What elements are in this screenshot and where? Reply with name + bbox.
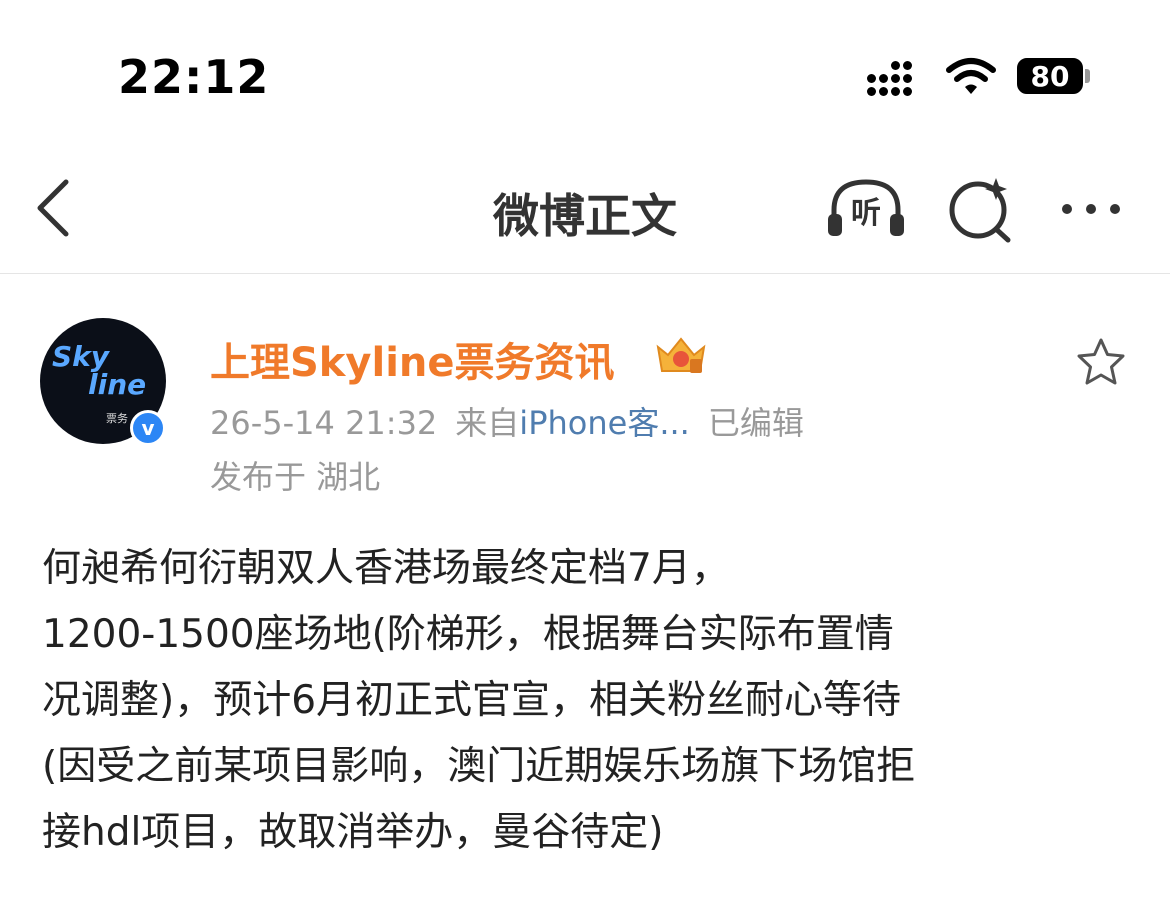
verified-icon: v	[130, 410, 166, 446]
cellular-signal-icon	[867, 56, 925, 96]
search-icon[interactable]	[944, 174, 1024, 244]
avatar-text-sub: 票务	[106, 412, 128, 425]
content-line: 况调整)，预计6月初正式官宣，相关粉丝耐心等待	[42, 678, 902, 723]
content-line: 何昶希何衍朝双人香港场最终定档7月，	[42, 546, 730, 591]
wifi-icon	[946, 58, 996, 94]
content-line: 接hdl项目，故取消举办，曼谷待定)	[42, 810, 664, 855]
edited-label[interactable]: 已编辑	[708, 404, 804, 442]
source-link[interactable]: iPhone客...	[519, 404, 690, 442]
status-time: 22:12	[118, 50, 270, 104]
content-line: 1200-1500座场地(阶梯形，根据舞台实际布置情	[42, 612, 894, 657]
listen-button[interactable]: 听	[826, 174, 906, 244]
content-line: (因受之前某项目影响，澳门近期娱乐场旗下场馆拒	[42, 744, 916, 789]
post-date: 26-5-14 21:32	[210, 404, 438, 442]
status-indicators: 80	[867, 56, 1090, 96]
more-icon[interactable]	[1056, 174, 1136, 244]
nav-header: 微博正文 听	[0, 150, 1170, 274]
listen-label: 听	[851, 196, 881, 231]
username[interactable]: 上理Skyline票务资讯	[210, 330, 615, 388]
avatar-text-line: line	[88, 368, 147, 401]
crown-badge-icon[interactable]	[654, 333, 708, 377]
post-meta: 26-5-14 21:32 来自iPhone客... 已编辑	[210, 398, 804, 444]
star-icon[interactable]	[1074, 336, 1128, 388]
post-location: 发布于 湖北	[210, 458, 381, 496]
source-prefix: 来自	[455, 404, 520, 442]
battery-indicator: 80	[1017, 58, 1083, 94]
battery-level: 80	[1030, 59, 1070, 93]
post-content: 何昶希何衍朝双人香港场最终定档7月， 1200-1500座场地(阶梯形，根据舞台…	[42, 536, 1132, 866]
